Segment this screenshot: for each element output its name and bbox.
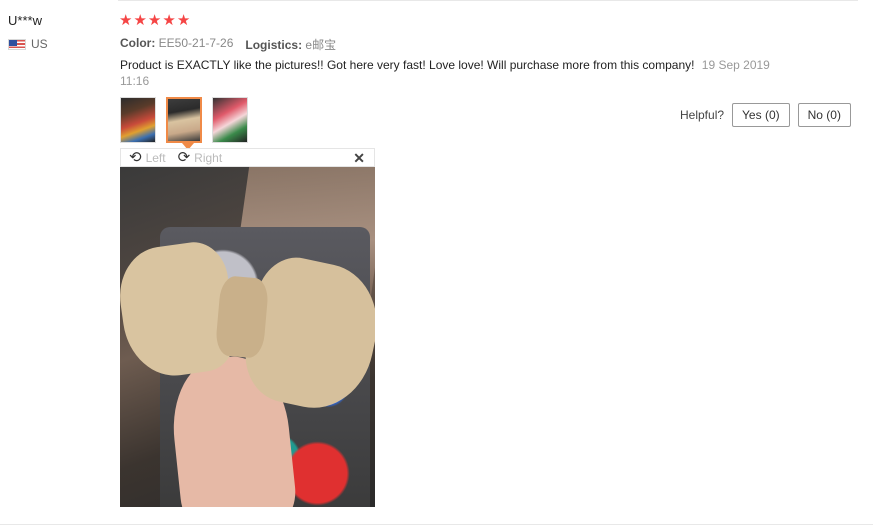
color-label: Color: <box>120 36 156 50</box>
review-text: Product is EXACTLY like the pictures!! G… <box>120 58 695 72</box>
bottom-divider <box>0 524 873 525</box>
photo-thumbnail[interactable] <box>120 97 156 143</box>
review-body: Product is EXACTLY like the pictures!! G… <box>120 57 770 89</box>
helpful-no-button[interactable]: No (0) <box>797 103 851 127</box>
helpful-label: Helpful? <box>680 108 725 122</box>
star-rating: ★ ★ ★ ★ ★ <box>119 12 190 29</box>
photo-thumbnail[interactable] <box>212 97 248 143</box>
top-divider <box>118 0 858 1</box>
color-value: EE50-21-7-26 <box>158 36 234 50</box>
rotate-left-label[interactable]: Left <box>146 151 166 165</box>
helpful-yes-button[interactable]: Yes (0) <box>732 103 790 127</box>
rotate-left-icon[interactable]: ⟲ <box>129 150 142 165</box>
rotate-right-label[interactable]: Right <box>194 151 222 165</box>
image-viewer-toolbar: ⟲ Left ⟳ Right ✕ <box>120 148 375 167</box>
photo-thumbnails <box>120 97 248 143</box>
star-icon: ★ <box>119 12 133 29</box>
reviewer-country: US <box>8 37 48 51</box>
country-label: US <box>31 37 48 51</box>
star-icon: ★ <box>176 12 191 29</box>
rotate-right-icon[interactable]: ⟳ <box>178 150 191 165</box>
photo-thumbnail-active[interactable] <box>166 97 202 143</box>
us-flag-icon <box>8 38 26 50</box>
reviewer-name: U***w <box>8 13 42 28</box>
star-icon: ★ <box>133 12 147 29</box>
helpful-voting: Helpful? Yes (0) No (0) <box>680 103 851 127</box>
logistics-label: Logistics: <box>245 38 303 52</box>
close-icon[interactable]: ✕ <box>353 150 365 167</box>
star-icon: ★ <box>162 12 176 29</box>
logistics-info: Logistics: e邮宝 <box>245 36 336 53</box>
review-photo-enlarged <box>120 167 375 507</box>
color-info: Color: EE50-21-7-26 <box>120 36 233 53</box>
star-icon: ★ <box>147 12 162 29</box>
order-meta: Color: EE50-21-7-26 Logistics: e邮宝 <box>120 36 336 53</box>
logistics-value: e邮宝 <box>305 38 337 52</box>
